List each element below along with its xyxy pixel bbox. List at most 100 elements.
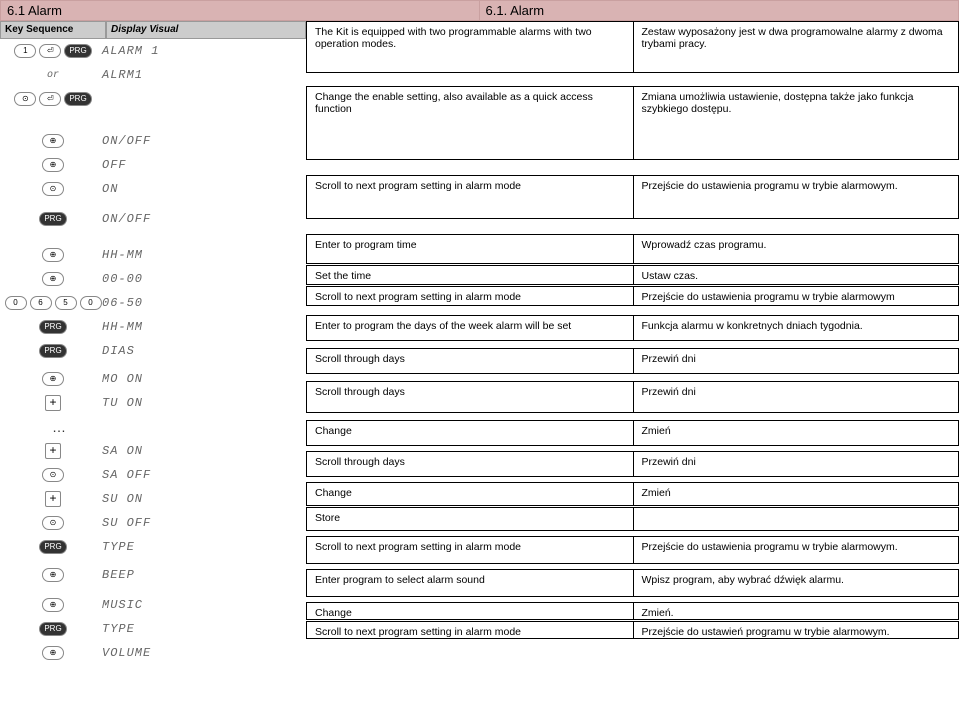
display-text: MUSIC — [102, 598, 302, 612]
display-text: 06-50 — [102, 296, 302, 310]
desc-pl: Zmień — [633, 483, 959, 505]
desc-pl: Przejście do ustawienia programu w trybi… — [633, 287, 959, 305]
desc-en: Scroll through days — [307, 349, 633, 373]
page-container: 6.1 Alarm 6.1. Alarm Key Sequence Displa… — [0, 0, 959, 711]
display-text: TYPE — [102, 540, 302, 554]
or-text: or — [47, 70, 59, 81]
sub-header: Key Sequence Display Visual — [0, 21, 306, 39]
key-icon: 0 — [80, 296, 102, 310]
desc-row: Store — [306, 507, 959, 531]
display-text: TYPE — [102, 622, 302, 636]
display-text: TU ON — [102, 396, 302, 410]
desc-en: Scroll to next program setting in alarm … — [307, 287, 633, 305]
desc-row: Change Zmień — [306, 420, 959, 446]
desc-en: Scroll to next program setting in alarm … — [307, 176, 633, 218]
key-icon: PRG — [39, 212, 66, 226]
desc-row: Enter program to select alarm sound Wpis… — [306, 569, 959, 597]
key-icon: 0 — [5, 296, 27, 310]
display-text: ALARM 1 — [102, 44, 302, 58]
key-icon: PRG — [64, 44, 91, 58]
key-icon: ⊕ — [42, 646, 64, 660]
key-icon: 6 — [30, 296, 52, 310]
desc-en: Enter to program time — [307, 235, 633, 263]
desc-row: The Kit is equipped with two programmabl… — [306, 21, 959, 73]
desc-en: Scroll through days — [307, 452, 633, 476]
desc-row: Enter to program time Wprowadź czas prog… — [306, 234, 959, 264]
desc-row: Scroll through days Przewiń dni — [306, 348, 959, 374]
key-icon: ⊕ — [42, 568, 64, 582]
key-icon: ⊕ — [42, 372, 64, 386]
right-panel: The Kit is equipped with two programmabl… — [306, 21, 959, 665]
header-left: 6.1 Alarm — [0, 0, 480, 21]
key-icon: ⏎ — [39, 92, 61, 106]
desc-row: Change Zmień — [306, 482, 959, 506]
desc-row: Scroll through days Przewiń dni — [306, 451, 959, 477]
desc-pl: Przejście do ustawień programu w trybie … — [633, 622, 959, 638]
key-icon: PRG — [39, 344, 66, 358]
desc-pl: Zmień — [633, 421, 959, 445]
ellipsis: … — [40, 419, 66, 435]
desc-pl: Zmień. — [633, 603, 959, 619]
desc-en: Scroll to next program setting in alarm … — [307, 622, 633, 638]
desc-row: Enter to program the days of the week al… — [306, 315, 959, 341]
key-icon: ⏎ — [39, 44, 61, 58]
display-text: ON/OFF — [102, 134, 302, 148]
display-text: SA ON — [102, 444, 302, 458]
key-icon: 1 — [14, 44, 36, 58]
key-icon: ⊙ — [14, 92, 36, 106]
key-icon: ⊕ — [42, 134, 64, 148]
key-icon: ⊕ — [42, 248, 64, 262]
display-text: HH-MM — [102, 248, 302, 262]
key-icon: ⊕ — [42, 598, 64, 612]
header-row: 6.1 Alarm 6.1. Alarm — [0, 0, 959, 21]
desc-en: Scroll through days — [307, 382, 633, 412]
desc-pl: Zestaw wyposażony jest w dwa programowal… — [633, 22, 959, 72]
desc-en: Enter program to select alarm sound — [307, 570, 633, 596]
desc-en: Store — [307, 508, 633, 530]
desc-en: Change — [307, 603, 633, 619]
key-icon: ⊙ — [42, 468, 64, 482]
arrow-up-icon: + — [45, 491, 61, 507]
display-text: ALRM1 — [102, 68, 302, 82]
desc-en: Set the time — [307, 266, 633, 284]
display-text: VOLUME — [102, 646, 302, 660]
desc-en: Change — [307, 483, 633, 505]
key-icon: PRG — [39, 540, 66, 554]
desc-pl: Przewiń dni — [633, 349, 959, 373]
desc-row: Scroll through days Przewiń dni — [306, 381, 959, 413]
header-right: 6.1. Alarm — [480, 0, 959, 21]
desc-pl: Przejście do ustawienia programu w trybi… — [633, 176, 959, 218]
arrow-up-icon: + — [45, 395, 61, 411]
desc-en: Scroll to next program setting in alarm … — [307, 537, 633, 563]
key-icon: PRG — [39, 320, 66, 334]
desc-pl: Przewiń dni — [633, 382, 959, 412]
desc-row: Set the time Ustaw czas. — [306, 265, 959, 285]
col-display-visual: Display Visual — [106, 21, 306, 39]
display-text: HH-MM — [102, 320, 302, 334]
desc-row: Scroll to next program setting in alarm … — [306, 536, 959, 564]
desc-pl: Wprowadź czas programu. — [633, 235, 959, 263]
desc-en: The Kit is equipped with two programmabl… — [307, 22, 633, 72]
desc-row: Scroll to next program setting in alarm … — [306, 286, 959, 306]
display-text: 00-00 — [102, 272, 302, 286]
left-panel: Key Sequence Display Visual 1⏎PRG ALARM … — [0, 21, 306, 665]
display-text: ON — [102, 182, 302, 196]
key-icon: PRG — [39, 622, 66, 636]
display-text: DIAS — [102, 344, 302, 358]
main-row: Key Sequence Display Visual 1⏎PRG ALARM … — [0, 21, 959, 665]
desc-pl: Zmiana umożliwia ustawienie, dostępna ta… — [633, 87, 959, 159]
display-text: SU ON — [102, 492, 302, 506]
desc-pl: Funkcja alarmu w konkretnych dniach tygo… — [633, 316, 959, 340]
arrow-up-icon: + — [45, 443, 61, 459]
desc-row: Scroll to next program setting in alarm … — [306, 175, 959, 219]
key-icon: ⊕ — [42, 158, 64, 172]
key-icon: 5 — [55, 296, 77, 310]
desc-pl — [633, 508, 959, 530]
display-text: BEEP — [102, 568, 302, 582]
desc-row: Change Zmień. — [306, 602, 959, 620]
display-text: SA OFF — [102, 468, 302, 482]
desc-pl: Ustaw czas. — [633, 266, 959, 284]
display-text: OFF — [102, 158, 302, 172]
display-text: SU OFF — [102, 516, 302, 530]
desc-pl: Przejście do ustawienia programu w trybi… — [633, 537, 959, 563]
